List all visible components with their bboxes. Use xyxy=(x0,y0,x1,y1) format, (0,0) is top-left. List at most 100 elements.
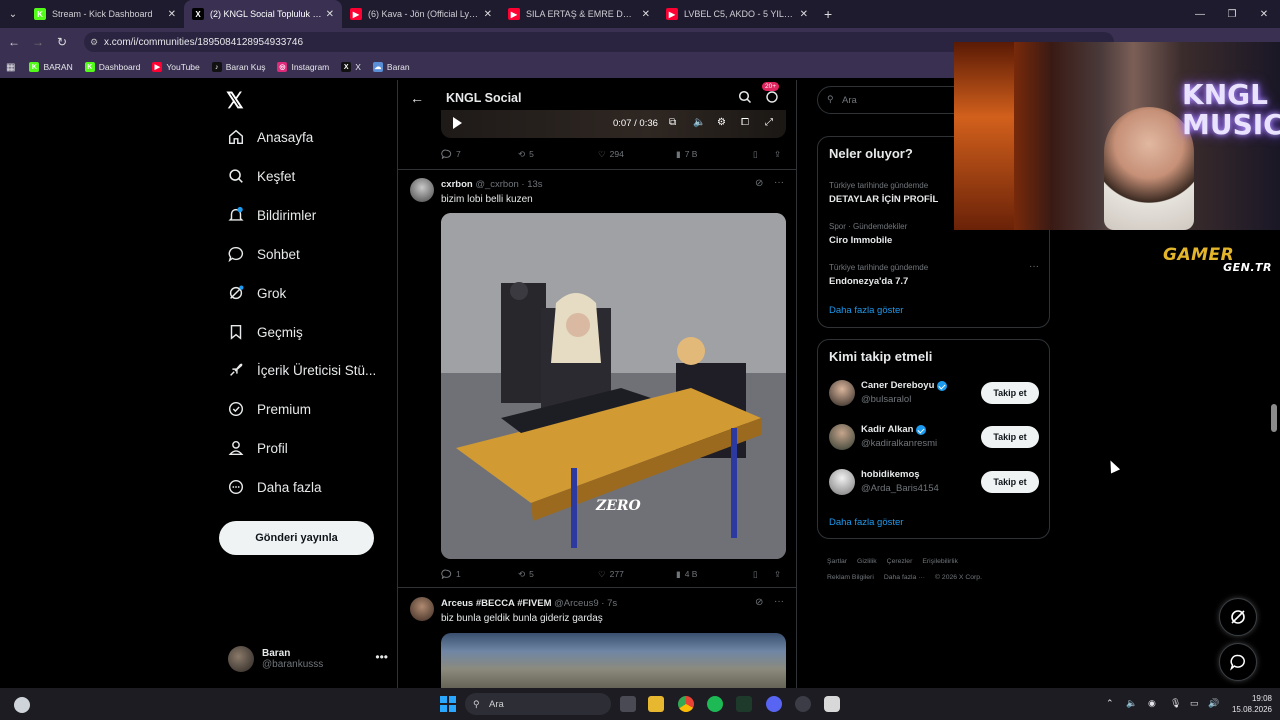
sidebar-item-more-circle[interactable]: Daha fazla xyxy=(227,478,322,496)
back-nav-icon[interactable]: ← xyxy=(2,35,26,49)
follow-button[interactable]: Takip et xyxy=(981,471,1039,493)
tweet-media[interactable] xyxy=(441,633,786,688)
sidebar-item-search[interactable]: Keşfet xyxy=(227,167,295,185)
post-button[interactable]: Gönderi yayınla xyxy=(219,521,374,555)
like-button[interactable]: ♡ 277 xyxy=(598,569,624,580)
fullscreen-icon[interactable]: ⤢ xyxy=(765,117,773,128)
mic-icon[interactable]: 🎙 xyxy=(1170,698,1181,709)
community-settings-icon[interactable]: 20+ xyxy=(762,82,780,109)
sidebar-item-grok[interactable]: Grok xyxy=(227,284,286,302)
apps-grid-icon[interactable]: ▦ xyxy=(6,62,15,73)
chrome-icon[interactable] xyxy=(678,696,694,712)
messages-fab[interactable] xyxy=(1219,643,1257,681)
app-icon[interactable] xyxy=(795,696,811,712)
trends-show-more-link[interactable]: Daha fazla göster xyxy=(829,305,903,316)
task-view-icon[interactable] xyxy=(620,696,636,712)
follow-button[interactable]: Takip et xyxy=(981,382,1039,404)
spotify-icon[interactable] xyxy=(707,696,723,712)
bookmark-item[interactable]: ◎ Instagram xyxy=(277,62,329,72)
file-explorer-icon[interactable] xyxy=(648,696,664,712)
sidebar-item-chat[interactable]: Sohbet xyxy=(227,245,300,263)
close-tab-icon[interactable]: ✕ xyxy=(168,9,176,20)
views-button[interactable]: ▮ 7 B xyxy=(676,149,697,160)
footer-link[interactable]: Şartlar xyxy=(827,558,847,565)
sidebar-item-bookmark[interactable]: Geçmiş xyxy=(227,323,303,341)
sidebar-item-profile[interactable]: Profil xyxy=(227,439,288,457)
sidebar-item-rocket[interactable]: İçerik Üreticisi Stü... xyxy=(227,361,376,379)
scrollbar[interactable] xyxy=(1271,404,1277,432)
discord-icon[interactable] xyxy=(766,696,782,712)
tray-chevron-icon[interactable]: ⌃ xyxy=(1106,698,1114,709)
bookmark-item[interactable]: ▶ YouTube xyxy=(152,62,200,72)
close-tab-icon[interactable]: ✕ xyxy=(800,9,808,20)
sidebar-item-bell[interactable]: Bildirimler xyxy=(227,206,316,224)
minimize-icon[interactable]: — xyxy=(1184,0,1216,28)
browser-tab[interactable]: ▶ (6) Kava - Jön (Official Lyric Vid ✕ xyxy=(342,0,500,28)
browser-tab[interactable]: ▶ LVBEL C5, AKDO - 5 YILDIZ - Yo ✕ xyxy=(658,0,816,28)
close-tab-icon[interactable]: ✕ xyxy=(326,9,334,20)
bookmark-button[interactable]: ▯ xyxy=(753,569,758,580)
bookmark-button[interactable]: ▯ xyxy=(753,149,758,160)
back-arrow-icon[interactable]: ← xyxy=(410,90,424,106)
bookmark-item[interactable]: XX xyxy=(341,62,361,72)
reply-button[interactable]: 1 xyxy=(441,569,461,580)
sidebar-item-home[interactable]: Anasayfa xyxy=(227,128,313,146)
like-button[interactable]: ♡ 294 xyxy=(598,149,624,160)
footer-link[interactable]: Reklam Bilgileri xyxy=(827,574,874,581)
share-icon[interactable]: ⇪ xyxy=(774,149,781,160)
reload-icon[interactable]: ↻ xyxy=(50,35,74,49)
suggested-name-row[interactable]: Caner Dereboyu xyxy=(861,380,948,391)
footer-link[interactable]: Gizlilik xyxy=(857,558,877,565)
who-to-follow-item[interactable]: Kadir Alkan @kadiralkanresmi Takip et xyxy=(829,422,1041,454)
who-to-follow-item[interactable]: hobidikemoş @Arda_Baris4154 Takip et xyxy=(829,467,1041,499)
captions-icon[interactable]: ⧉ xyxy=(669,117,676,128)
game-launcher-icon[interactable] xyxy=(824,696,840,712)
trend-name[interactable]: DETAYLAR İÇİN PROFİL xyxy=(829,194,938,205)
author-name[interactable]: Arceus #BECCA #FIVEM xyxy=(441,598,552,609)
avatar[interactable] xyxy=(829,380,855,406)
who-show-more-link[interactable]: Daha fazla göster xyxy=(829,517,903,528)
volume-icon[interactable]: 🔊 xyxy=(1208,698,1219,709)
follow-button[interactable]: Takip et xyxy=(981,426,1039,448)
bookmark-item[interactable]: K BARAN xyxy=(29,62,73,72)
close-tab-icon[interactable]: ✕ xyxy=(642,9,650,20)
more-dots-icon[interactable]: ••• xyxy=(375,650,388,664)
more-dots-icon[interactable]: ··· xyxy=(1029,261,1039,272)
account-switcher[interactable]: Baran @barankusss ••• xyxy=(228,642,388,676)
footer-link[interactable]: Çerezler xyxy=(887,558,913,565)
new-tab-button[interactable]: + xyxy=(824,6,832,22)
browser-tab[interactable]: X (2) KNGL Social Topluluk / X ✕ xyxy=(184,0,342,28)
video-settings-icon[interactable]: ⚙ xyxy=(717,117,726,128)
reply-button[interactable]: 7 xyxy=(441,149,461,160)
more-dots-icon[interactable]: ··· xyxy=(774,596,784,607)
obs-icon[interactable] xyxy=(736,696,752,712)
tab-search-icon[interactable]: ⌄ xyxy=(0,9,26,20)
browser-tab[interactable]: ▶ SILA ERTAŞ & EMRE DEMİR - Y ✕ xyxy=(500,0,658,28)
author-handle[interactable]: @Arceus9 · 7s xyxy=(554,598,617,609)
close-tab-icon[interactable]: ✕ xyxy=(484,9,492,20)
discord-tray-icon[interactable]: ◉ xyxy=(1148,698,1156,709)
maximize-icon[interactable]: ❐ xyxy=(1216,0,1248,28)
taskbar-search[interactable]: ⚲ Ara xyxy=(465,693,611,715)
volume-icon[interactable]: 🔈 xyxy=(693,117,705,128)
share-icon[interactable]: ⇪ xyxy=(774,569,781,580)
author-handle[interactable]: @_cxrbon · 13s xyxy=(475,179,542,190)
trend-name[interactable]: Ciro Immobile xyxy=(829,235,892,246)
system-clock[interactable]: 19:08 15.08.2026 xyxy=(1232,693,1272,715)
tweet-media[interactable]: ZERO xyxy=(441,213,786,559)
site-info-icon[interactable]: ⚙ xyxy=(90,37,98,48)
retweet-button[interactable]: ⟲ 5 xyxy=(518,149,534,160)
close-window-icon[interactable]: ✕ xyxy=(1248,0,1280,28)
search-icon[interactable] xyxy=(738,90,752,109)
network-icon[interactable]: ▭ xyxy=(1190,698,1199,709)
grok-explain-icon[interactable]: ⊘ xyxy=(755,178,763,189)
browser-tab[interactable]: K Stream - Kick Dashboard ✕ xyxy=(26,0,184,28)
suggested-name-row[interactable]: hobidikemoş xyxy=(861,469,920,480)
trend-name[interactable]: Endonezya'da 7.7 xyxy=(829,276,908,287)
bookmark-item[interactable]: ☁ Baran xyxy=(372,62,410,72)
views-button[interactable]: ▮ 4 B xyxy=(676,569,697,580)
who-to-follow-item[interactable]: Caner Dereboyu @bulsaralol Takip et xyxy=(829,378,1041,410)
video-player[interactable]: 0:07 / 0:36 ⧉ 🔈 ⚙ ⧠ ⤢ xyxy=(441,110,786,138)
widgets-icon[interactable] xyxy=(14,697,30,713)
sidebar-item-premium[interactable]: Premium xyxy=(227,400,311,418)
